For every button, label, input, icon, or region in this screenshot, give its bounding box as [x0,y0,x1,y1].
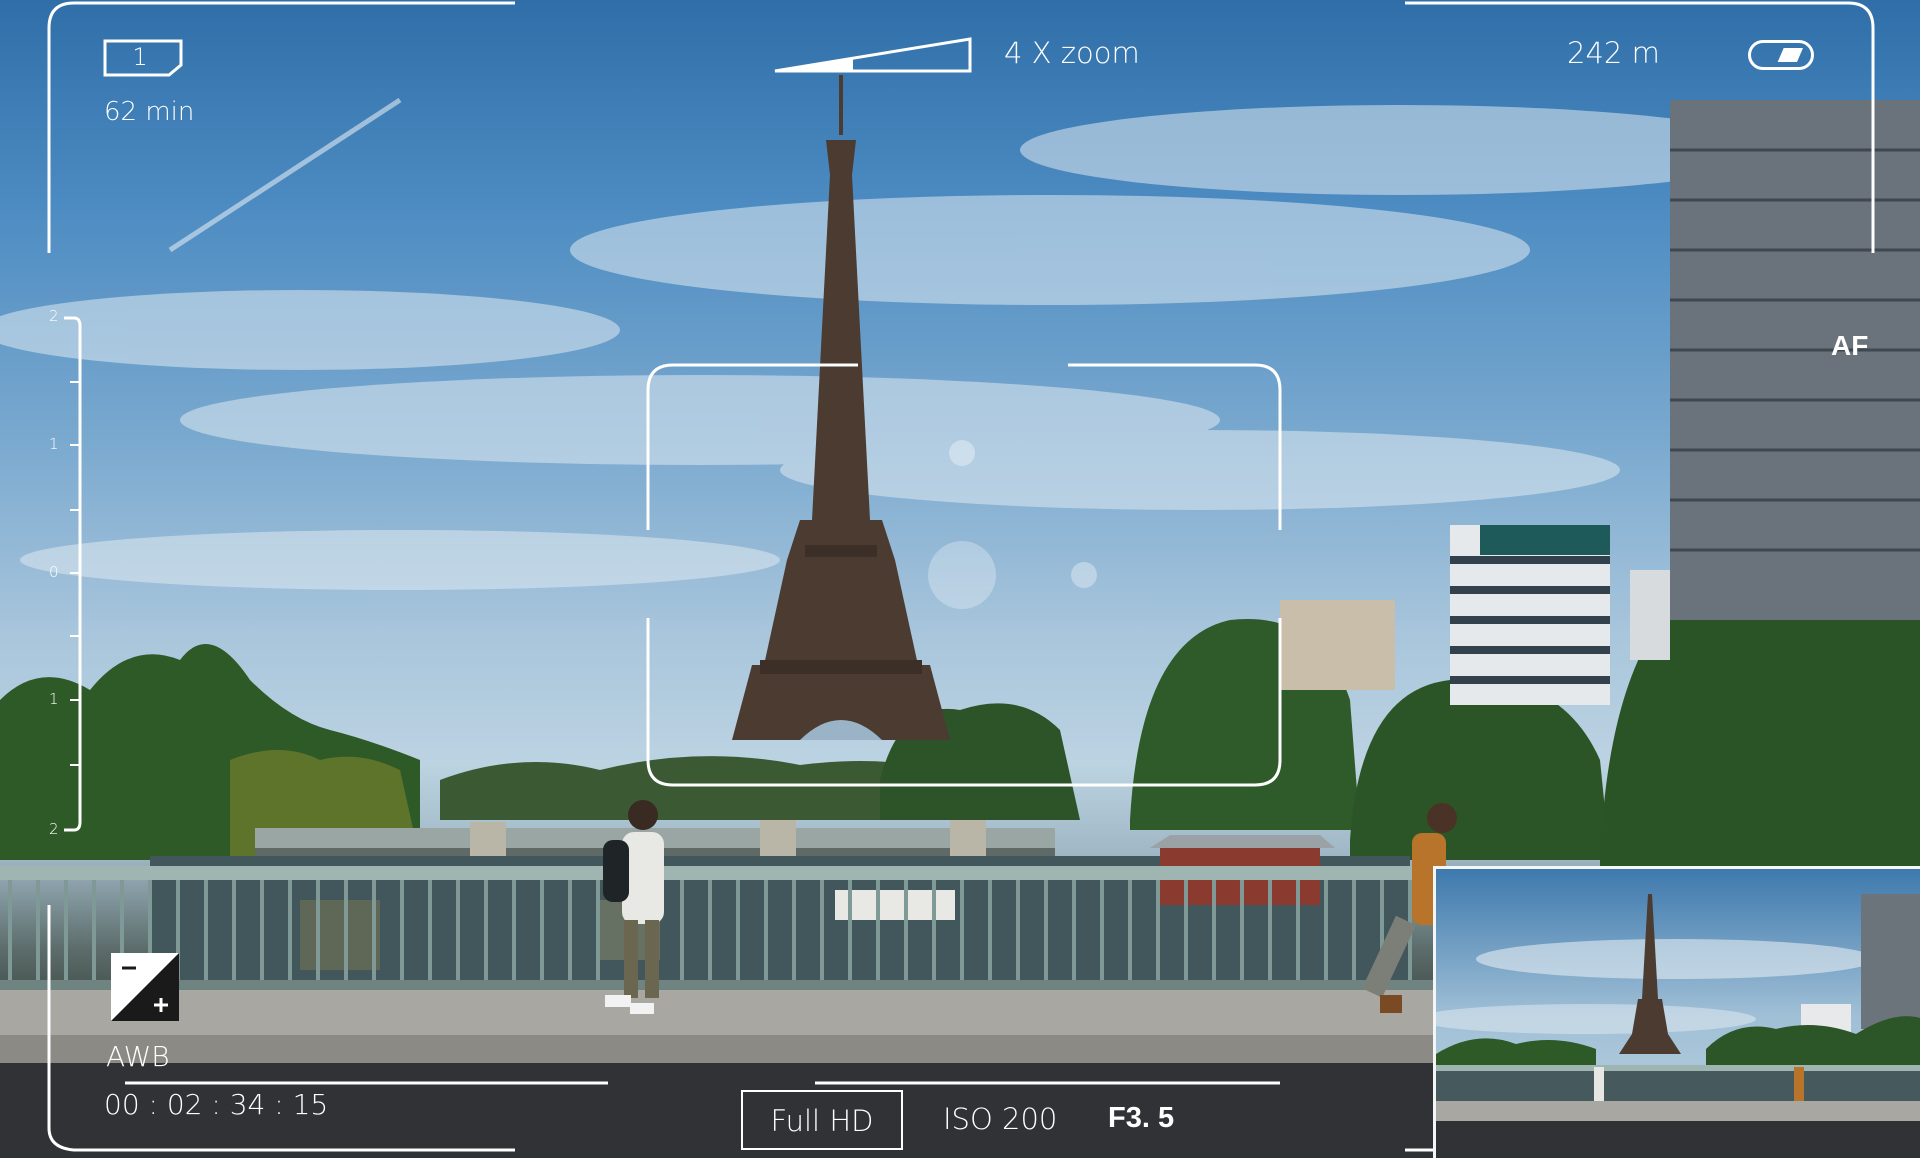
exposure-scale-mark: 1 [49,690,59,708]
exposure-scale-mark: 1 [49,435,59,453]
resolution-button[interactable]: Full HD [741,1090,903,1150]
pip-thumbnail[interactable] [1433,866,1920,1158]
distance-readout: 242 m [1567,36,1660,70]
remaining-time: 62 min [104,97,195,127]
exposure-compensation-icon[interactable] [110,952,180,1022]
shot-counter-icon[interactable]: 1 [103,39,183,77]
clouds [0,105,1780,590]
exposure-scale-mark: 2 [49,307,59,325]
battery-icon [1748,40,1814,70]
pip-scene [1436,869,1920,1158]
af-indicator[interactable]: AF [1831,330,1868,362]
aperture-readout[interactable]: F3. 5 [1108,1102,1174,1135]
timecode: 00 : 02 : 34 : 15 [104,1088,329,1121]
exposure-scale-mark: 2 [49,820,59,838]
shot-counter-value: 1 [132,43,148,71]
exposure-scale-mark: 0 [49,563,59,581]
boat [835,890,955,920]
white-balance-label[interactable]: AWB [106,1040,170,1073]
iso-readout[interactable]: ISO 200 [943,1102,1057,1136]
camera-viewfinder: 2 1 0 1 2 1 62 min 4 X zoom 242 m AF AWB… [0,0,1920,1158]
resolution-label: Full HD [770,1104,874,1138]
zoom-label: 4 X zoom [1004,36,1140,70]
tower-block [1670,100,1920,620]
